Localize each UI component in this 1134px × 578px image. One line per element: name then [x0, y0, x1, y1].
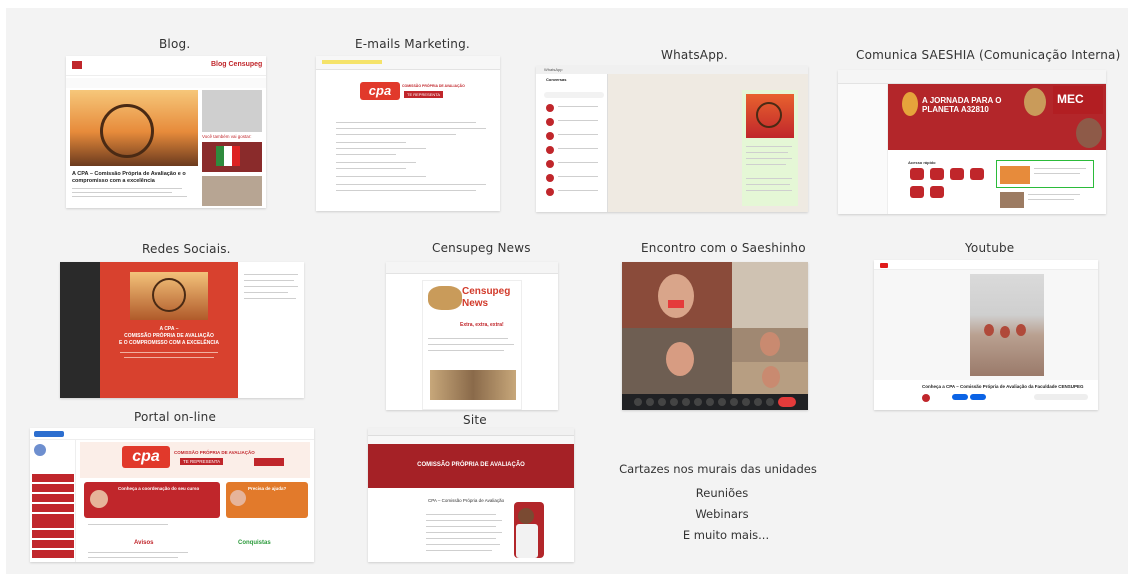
label-news: Censupeg News [432, 241, 531, 255]
portal-screenshot: cpa COMISSÃO PRÓPRIA DE AVALIAÇÃO TE REP… [30, 428, 314, 562]
redes-headline-1: A CPA – [159, 326, 179, 332]
email-badge: TE REPRESENTA [404, 91, 444, 98]
label-emails: E-mails Marketing. [355, 37, 470, 51]
blog-brand: Blog Censupeg [211, 61, 263, 68]
news-extra: Extra, extra, extra! [460, 322, 504, 328]
extra-item-mais: E muito mais... [682, 528, 770, 542]
label-site: Site [463, 413, 487, 427]
whatsapp-app-name: WhatsApp [544, 67, 563, 72]
extra-item-webinars: Webinars [695, 507, 749, 521]
portal-col-avisos: Avisos [134, 540, 154, 546]
portal-badge: TE REPRESENTA [180, 458, 224, 465]
label-encontro: Encontro com o Saeshinho [641, 241, 806, 255]
whatsapp-screenshot: WhatsApp Conversas [536, 66, 808, 212]
comunica-mec: MEC [1057, 92, 1084, 106]
portal-tag: COMISSÃO PRÓPRIA DE AVALIAÇÃO [174, 450, 255, 455]
extra-item-reunioes: Reuniões [695, 486, 749, 500]
label-redes: Redes Sociais. [142, 242, 231, 256]
youtube-title: Conheça a CPA – Comissão Própria de Aval… [922, 384, 1084, 389]
youtube-screenshot: Conheça a CPA – Comissão Própria de Aval… [874, 260, 1098, 410]
portal-col-conquistas: Conquistas [238, 540, 271, 546]
email-screenshot: cpa COMISSÃO PRÓPRIA DE AVALIAÇÃO TE REP… [316, 56, 500, 211]
whatsapp-tab: Conversas [546, 77, 567, 82]
blog-screenshot: Blog Censupeg Você também vai gostar: A … [66, 56, 266, 208]
encontro-screenshot [622, 262, 808, 410]
portal-cpa-logo: cpa [122, 446, 170, 468]
portal-card-1: Conheça a coordenação do seu curso [118, 486, 200, 491]
label-blog: Blog. [159, 37, 191, 51]
site-subtitle: CPA – Comissão Própria de Avaliação [428, 498, 505, 503]
redes-headline-2: COMISSÃO PRÓPRIA DE AVALIAÇÃO [124, 333, 214, 339]
comunica-headline: A JORNADA PARA O PLANETA A32810 [922, 96, 1002, 114]
extra-item-cartazes: Cartazes nos murais das unidades [619, 462, 817, 476]
label-comunica: Comunica SAESHIA (Comunicação Interna) [856, 48, 1121, 62]
label-portal: Portal on-line [134, 410, 217, 424]
blog-side-label: Você também vai gostar: [202, 134, 252, 139]
site-title: COMISSÃO PRÓPRIA DE AVALIAÇÃO [417, 462, 525, 468]
portal-card-2: Precisa de ajuda? [248, 486, 287, 491]
label-youtube: Youtube [965, 241, 1015, 255]
news-title-2: News [462, 298, 489, 309]
site-screenshot: COMISSÃO PRÓPRIA DE AVALIAÇÃO CPA – Comi… [368, 428, 574, 562]
comunica-section: Acesso rápido [908, 160, 936, 165]
comunica-screenshot: A JORNADA PARA O PLANETA A32810 MEC Aces… [838, 70, 1106, 214]
label-whatsapp: WhatsApp. [661, 48, 728, 62]
email-cpa-logo: cpa [360, 82, 400, 100]
email-tag: COMISSÃO PRÓPRIA DE AVALIAÇÃO [402, 84, 465, 88]
news-screenshot: Censupeg News Extra, extra, extra! [386, 262, 558, 410]
news-title-1: Censupeg [462, 286, 511, 297]
blog-headline: A CPA – Comissão Própria de Avaliação e … [72, 171, 186, 184]
redes-screenshot: A CPA – COMISSÃO PRÓPRIA DE AVALIAÇÃO E … [60, 262, 304, 398]
redes-headline-3: E O COMPROMISSO COM A EXCELÊNCIA [119, 340, 219, 346]
